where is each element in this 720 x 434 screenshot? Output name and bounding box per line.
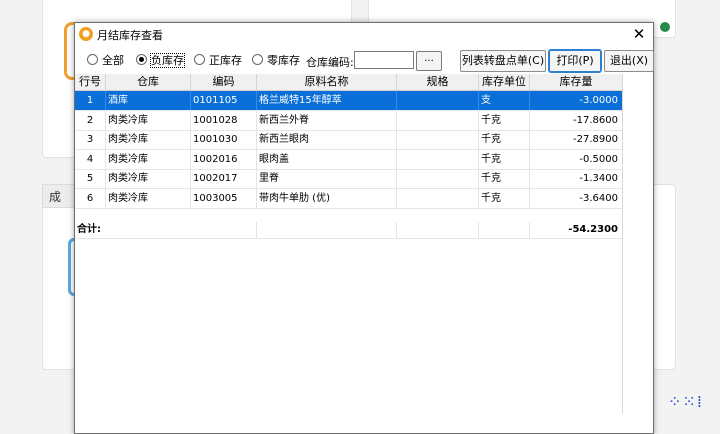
dialog-title: 月结库存查看 (97, 29, 163, 42)
cell-warehouse: 肉类冷库 (106, 169, 191, 188)
radio-zero-stock-label: 零库存 (267, 54, 300, 67)
cell-quantity: -1.3400 (579, 173, 618, 184)
total-quantity: -54.2300 (568, 224, 618, 235)
table-row[interactable]: 5 肉类冷库 1002017 里脊 千克 -1.3400 (75, 169, 622, 189)
radio-all[interactable]: 全部 (87, 54, 124, 68)
radio-circle-icon (194, 54, 205, 65)
background-status-dot (660, 22, 670, 32)
cell-code: 1001028 (191, 110, 257, 130)
total-spacer (479, 222, 530, 238)
cell-spec (397, 188, 479, 208)
cell-spec (397, 130, 479, 149)
print-button[interactable]: 打印(P) (548, 49, 602, 73)
vertical-scrollbar[interactable] (622, 74, 652, 414)
warehouse-browse-button[interactable]: ... (416, 51, 442, 71)
cell-code: 1003005 (191, 188, 257, 208)
cell-warehouse: 酒库 (106, 91, 191, 110)
cell-spec (397, 149, 479, 169)
inventory-table: 行号 仓库 编码 原料名称 规格 库存单位 库存量 1 酒库 0101105 格兰威特… (75, 74, 652, 414)
cell-material-name: 新西兰外脊 (257, 110, 397, 130)
radio-positive-stock-label: 正库存 (209, 54, 242, 67)
column-header[interactable]: 库存量 (530, 74, 622, 90)
radio-negative-stock[interactable]: 负库存 (136, 53, 185, 68)
cell-unit: 千克 (479, 188, 530, 208)
cell-warehouse: 肉类冷库 (106, 188, 191, 208)
monthly-inventory-dialog: ● 月结库存查看 ✕ 全部 负库存 正库存 零库存 仓库编码: ... 列表转盘… (74, 22, 654, 434)
warehouse-code-label: 仓库编码: (306, 56, 354, 69)
table-row[interactable]: 4 肉类冷库 1002016 眼肉盖 千克 -0.5000 (75, 149, 622, 170)
cell-material-name: 眼肉盖 (257, 149, 397, 169)
column-header[interactable]: 仓库 (106, 74, 191, 90)
warehouse-code-input[interactable] (354, 51, 414, 69)
cell-line-no: 1 (75, 91, 106, 110)
radio-circle-icon (87, 54, 98, 65)
cell-line-no: 5 (75, 169, 106, 188)
table-row[interactable]: 3 肉类冷库 1001030 新西兰眼肉 千克 -27.8900 (75, 130, 622, 150)
cell-unit: 千克 (479, 130, 530, 149)
table-row[interactable]: 1 酒库 0101105 格兰威特15年醇萃 支 -3.0000 (75, 91, 622, 111)
cell-line-no: 6 (75, 188, 106, 208)
app-logo-icon: ● (79, 27, 93, 41)
radio-positive-stock[interactable]: 正库存 (194, 54, 242, 68)
exit-button[interactable]: 退出(X) (604, 50, 654, 72)
cell-warehouse: 肉类冷库 (106, 149, 191, 169)
total-spacer (257, 222, 397, 238)
radio-circle-icon (252, 54, 263, 65)
cell-material-name: 格兰威特15年醇萃 (257, 91, 397, 110)
cell-warehouse: 肉类冷库 (106, 130, 191, 149)
cell-code: 1001030 (191, 130, 257, 149)
cell-quantity: -27.8900 (573, 134, 618, 145)
cell-quantity: -0.5000 (579, 153, 618, 165)
total-spacer (397, 222, 479, 238)
cell-code: 1002017 (191, 169, 257, 188)
cell-unit: 千克 (479, 110, 530, 130)
radio-zero-stock[interactable]: 零库存 (252, 54, 300, 68)
radio-circle-checked-icon (136, 54, 147, 65)
column-header[interactable]: 库存单位 (479, 74, 530, 90)
cell-line-no: 2 (75, 110, 106, 130)
column-header[interactable]: 规格 (397, 74, 479, 90)
total-spacer (191, 222, 257, 238)
dialog-titlebar[interactable]: ● 月结库存查看 ✕ (75, 23, 653, 45)
total-label: 合计: (77, 224, 101, 235)
table-row[interactable]: 6 肉类冷库 1003005 带肉牛单肋 (优) 千克 -3.6400 (75, 188, 622, 209)
column-header[interactable]: 行号 (75, 74, 106, 90)
column-header[interactable]: 原料名称 (257, 74, 397, 90)
convert-to-stocktake-button[interactable]: 列表转盘点单(C) (460, 50, 546, 72)
cell-unit: 千克 (479, 149, 530, 169)
cell-code: 1002016 (191, 149, 257, 169)
cell-material-name: 里脊 (257, 169, 397, 188)
cell-unit: 支 (479, 91, 530, 110)
cell-unit: 千克 (479, 169, 530, 188)
radio-negative-stock-label: 负库存 (150, 53, 185, 68)
cell-spec (397, 110, 479, 130)
cell-quantity: -3.0000 (579, 95, 618, 106)
cell-spec (397, 91, 479, 110)
cell-warehouse: 肉类冷库 (106, 110, 191, 130)
cell-line-no: 4 (75, 149, 106, 169)
cell-spec (397, 169, 479, 188)
cell-material-name: 带肉牛单肋 (优) (257, 188, 397, 208)
cell-quantity: -3.6400 (579, 192, 618, 204)
cell-line-no: 3 (75, 130, 106, 149)
table-header: 行号 仓库 编码 原料名称 规格 库存单位 库存量 (75, 74, 622, 91)
cell-quantity: -17.8600 (573, 114, 618, 126)
total-row: 合计: -54.2300 (75, 222, 622, 239)
decoration-dots-icon: ⁘⁙⁞ (668, 392, 703, 411)
cell-code: 0101105 (191, 91, 257, 110)
table-row[interactable]: 2 肉类冷库 1001028 新西兰外脊 千克 -17.8600 (75, 110, 622, 131)
close-button[interactable]: ✕ (629, 24, 649, 44)
cell-material-name: 新西兰眼肉 (257, 130, 397, 149)
background-tab-cost[interactable]: 成本 (42, 184, 78, 208)
column-header[interactable]: 编码 (191, 74, 257, 90)
radio-all-label: 全部 (102, 54, 124, 67)
